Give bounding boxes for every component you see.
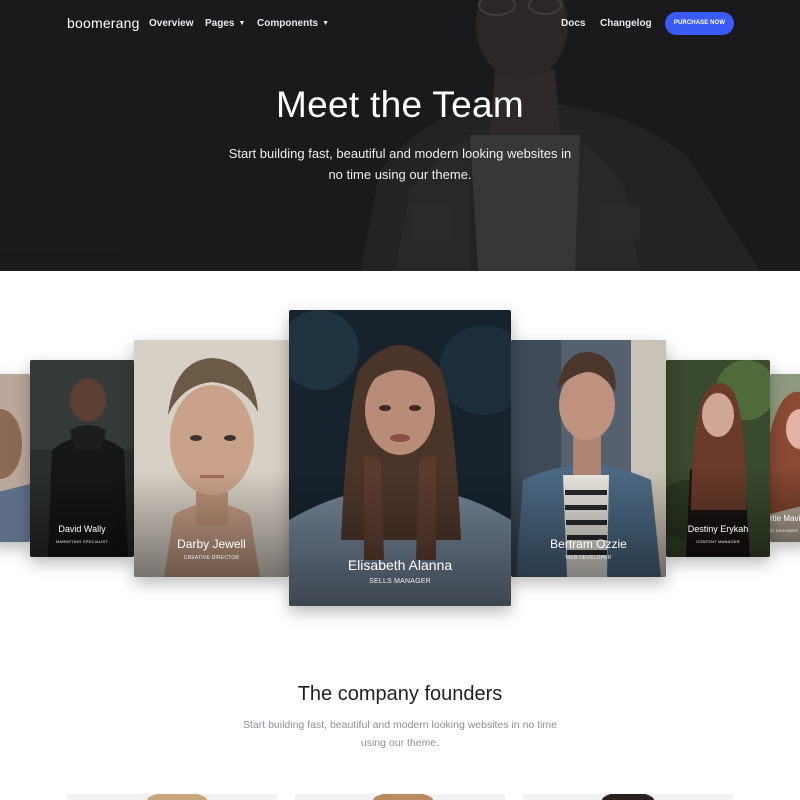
- team-member-role: CREATIVE DIRECTOR: [183, 555, 240, 561]
- founder-card[interactable]: [523, 794, 733, 800]
- team-card[interactable]: Bertram Ozzie WEB DEVELOPER: [511, 340, 666, 577]
- founder-photo: [373, 794, 433, 800]
- team-card[interactable]: David Wally MARKETING SPECIALIST: [30, 360, 134, 557]
- team-member-name: Bertram Ozzie: [550, 537, 627, 551]
- top-navbar: boomerang Overview Pages ▼ Components ▼ Do…: [0, 0, 800, 48]
- team-member-role: SELLS MANAGER: [369, 578, 431, 585]
- nav-item-docs[interactable]: Docs: [561, 18, 585, 29]
- nav-item-changelog[interactable]: Changelog: [600, 18, 652, 29]
- nav-item-label: Changelog: [600, 18, 652, 29]
- chevron-down-icon: ▼: [238, 20, 246, 27]
- team-member-name: Darby Jewell: [177, 537, 246, 551]
- chevron-down-icon: ▼: [322, 20, 330, 27]
- team-card[interactable]: rtie Mavi IC DESIGNER: [770, 374, 800, 542]
- team-member-name: rtie Mavi: [770, 514, 800, 523]
- team-member-name: Destiny Erykah: [687, 524, 749, 534]
- nav-item-label: Overview: [149, 18, 194, 29]
- section-title: The company founders: [297, 683, 503, 705]
- team-member-role: IC DESIGNER: [770, 528, 799, 533]
- founder-card[interactable]: [67, 794, 277, 800]
- founder-photo: [602, 794, 654, 800]
- page-title: Meet the Team: [276, 84, 524, 125]
- nav-item-label: Docs: [561, 18, 586, 29]
- nav-item-pages[interactable]: Pages ▼: [205, 18, 245, 29]
- nav-item-label: Pages: [205, 18, 235, 29]
- team-card[interactable]: Darby Jewell CREATIVE DIRECTOR: [134, 340, 289, 577]
- section-subtitle: Start building fast, beautiful and moder…: [242, 719, 557, 749]
- team-member-role: WEB DEVELOPER: [565, 555, 612, 561]
- team-member-name: Elisabeth Alanna: [347, 557, 453, 573]
- brand-logo[interactable]: boomerang: [67, 15, 140, 31]
- nav-item-components[interactable]: Components ▼: [257, 18, 329, 29]
- team-member-name: David Wally: [58, 524, 106, 534]
- founder-photo: [147, 794, 207, 800]
- team-member-photo: [0, 374, 30, 542]
- team-card[interactable]: Destiny Erykah CONTENT MANAGER: [666, 360, 770, 557]
- nav-item-label: Components: [257, 18, 319, 29]
- purchase-now-button[interactable]: PURCHASE NOW: [665, 12, 734, 35]
- hero-subtitle: Start building fast, beautiful and moder…: [228, 146, 572, 182]
- team-member-role: MARKETING SPECIALIST: [55, 539, 108, 544]
- team-card[interactable]: Elisabeth Alanna SELLS MANAGER: [289, 310, 511, 606]
- team-card[interactable]: [0, 374, 30, 542]
- team-member-role: CONTENT MANAGER: [696, 539, 740, 544]
- founder-card[interactable]: [295, 794, 505, 800]
- nav-item-overview[interactable]: Overview: [149, 18, 193, 29]
- hero-section: boomerang Overview Pages ▼ Components ▼ Do…: [0, 0, 800, 271]
